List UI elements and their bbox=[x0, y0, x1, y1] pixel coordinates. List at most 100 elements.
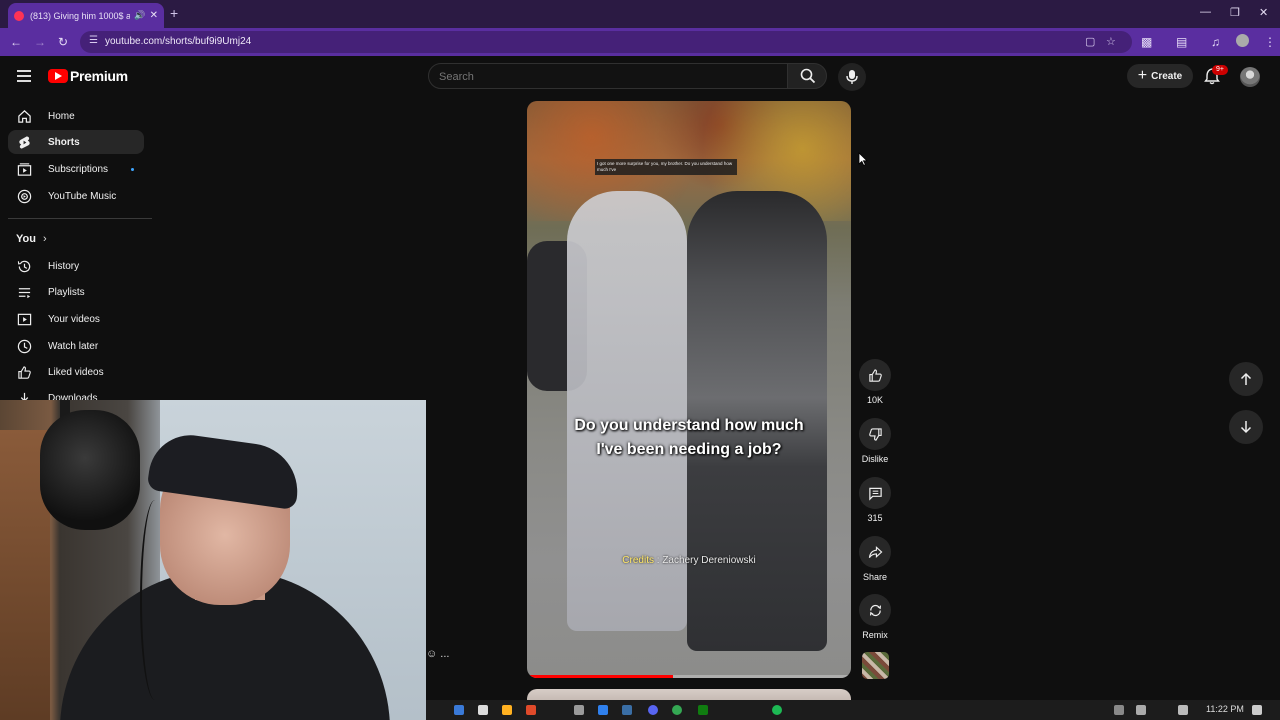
create-button[interactable]: + Create bbox=[1127, 64, 1193, 88]
video-caption-line-1: Do you understand how much bbox=[574, 417, 804, 434]
new-tab-button[interactable]: + bbox=[170, 5, 178, 21]
playlists-icon bbox=[18, 287, 31, 298]
account-avatar[interactable] bbox=[1240, 67, 1260, 87]
new-content-dot bbox=[131, 167, 134, 171]
like-count: 10K bbox=[866, 395, 883, 405]
audio-playing-icon[interactable]: 🔊 bbox=[134, 10, 145, 21]
tab-close-icon[interactable]: ✕ bbox=[150, 10, 158, 21]
sidebar-item-label: Home bbox=[48, 110, 75, 122]
address-bar[interactable]: ☰ youtube.com/shorts/buf9i9Umj24 ▢ ☆ bbox=[80, 31, 1132, 53]
microphone-image bbox=[40, 410, 140, 530]
next-short-button[interactable] bbox=[1229, 410, 1263, 444]
minimize-icon[interactable]: — bbox=[1200, 6, 1211, 18]
network-icon[interactable] bbox=[1114, 705, 1124, 715]
arrow-up-icon bbox=[1240, 372, 1252, 385]
taskbar-clock[interactable]: 11:22 PM bbox=[1206, 704, 1244, 714]
share-icon bbox=[868, 545, 882, 558]
plus-icon: + bbox=[1137, 67, 1148, 84]
chrome-icon[interactable] bbox=[672, 705, 682, 715]
subscriptions-icon bbox=[17, 162, 32, 176]
dislike-label: Dislike bbox=[861, 454, 889, 464]
sidebar-item-label: Subscriptions bbox=[48, 163, 109, 175]
your-videos-icon bbox=[17, 313, 32, 325]
search-button[interactable] bbox=[787, 63, 827, 89]
mouse-cursor-icon bbox=[858, 152, 868, 166]
video-caption: Do you understand how much I've been nee… bbox=[527, 414, 851, 462]
chevron-right-icon[interactable]: › bbox=[43, 233, 47, 245]
youtube-music-icon bbox=[17, 189, 32, 203]
sidebar-item-label: Shorts bbox=[48, 136, 80, 148]
spotify-icon[interactable] bbox=[772, 705, 782, 715]
settings-icon[interactable] bbox=[574, 705, 584, 715]
create-label: Create bbox=[1151, 70, 1183, 82]
sidebar-item-subscriptions[interactable]: Subscriptions bbox=[8, 157, 144, 181]
discord-icon[interactable] bbox=[648, 705, 658, 715]
remix-icon bbox=[869, 604, 881, 616]
youtube-logo-icon[interactable] bbox=[48, 69, 68, 83]
dislike-button[interactable]: Dislike bbox=[859, 418, 891, 464]
sidebar-item-playlists[interactable]: Playlists bbox=[8, 280, 144, 304]
shorts-video-player[interactable]: I got one more surprise for you, my brot… bbox=[527, 101, 851, 678]
xbox-icon[interactable] bbox=[698, 705, 708, 715]
video-progress-bar[interactable] bbox=[527, 675, 851, 678]
comments-button[interactable]: 315 bbox=[859, 477, 891, 523]
window-close-icon[interactable]: ✕ bbox=[1259, 6, 1268, 19]
volume-icon[interactable] bbox=[1178, 705, 1188, 715]
sidebar-item-youtube-music[interactable]: YouTube Music bbox=[8, 184, 144, 208]
notepad-icon[interactable] bbox=[478, 705, 488, 715]
sidebar-item-label: Watch later bbox=[48, 340, 99, 352]
browser-toolbar: ← → ↻ ☰ youtube.com/shorts/buf9i9Umj24 ▢… bbox=[0, 28, 1280, 56]
you-section-header[interactable]: You bbox=[16, 233, 36, 245]
remix-button[interactable]: Remix bbox=[859, 594, 891, 640]
todo-icon[interactable] bbox=[598, 705, 608, 715]
edge-icon[interactable] bbox=[454, 705, 464, 715]
brave-icon[interactable] bbox=[526, 705, 536, 715]
site-info-icon[interactable]: ☰ bbox=[89, 35, 98, 46]
search-icon bbox=[800, 68, 816, 84]
remix-label: Remix bbox=[862, 630, 888, 640]
notification-badge: 9+ bbox=[1212, 65, 1228, 75]
sidebar-item-shorts[interactable]: Shorts bbox=[8, 130, 144, 154]
sidebar-item-history[interactable]: History bbox=[8, 254, 144, 278]
premium-logo-text[interactable]: Premium bbox=[70, 68, 128, 84]
sidebar-divider bbox=[8, 218, 152, 219]
like-button[interactable]: 10K bbox=[859, 359, 891, 405]
chrome-menu-icon[interactable]: ⋮ bbox=[1264, 35, 1276, 49]
bookmark-star-icon[interactable]: ☆ bbox=[1106, 35, 1116, 48]
notification-center-icon[interactable] bbox=[1252, 705, 1262, 715]
steam-icon[interactable] bbox=[622, 705, 632, 715]
voice-search-button[interactable] bbox=[838, 63, 866, 91]
sidebar-item-watch-later[interactable]: Watch later bbox=[8, 334, 144, 358]
tab-title: (813) Giving him 1000$ an... bbox=[30, 10, 131, 21]
previous-short-button[interactable] bbox=[1229, 362, 1263, 396]
sidebar-item-your-videos[interactable]: Your videos bbox=[8, 307, 144, 331]
profile-avatar-icon[interactable] bbox=[1236, 34, 1249, 47]
back-icon[interactable]: ← bbox=[10, 35, 22, 49]
sidebar-item-liked-videos[interactable]: Liked videos bbox=[8, 360, 144, 384]
search-input[interactable] bbox=[439, 69, 769, 85]
browser-tab[interactable]: (813) Giving him 1000$ an... 🔊 ✕ bbox=[8, 3, 164, 28]
sidebar-item-home[interactable]: Home bbox=[8, 104, 144, 128]
tray-more: ... bbox=[440, 648, 450, 660]
mic-tray-icon[interactable] bbox=[1136, 705, 1146, 715]
guide-menu-icon[interactable] bbox=[17, 70, 31, 82]
sidebar-item-label: Your videos bbox=[48, 313, 100, 325]
thumbs-up-icon bbox=[18, 365, 31, 379]
media-controls-icon[interactable]: ♫ bbox=[1211, 35, 1220, 49]
install-app-icon[interactable]: ▢ bbox=[1085, 35, 1095, 48]
guide-sidebar: Home Shorts Subscriptions YouTube Music … bbox=[0, 98, 160, 404]
youtube-masthead: Premium + Create 9+ bbox=[0, 56, 1280, 98]
restore-icon[interactable]: ❐ bbox=[1230, 6, 1240, 19]
forward-icon[interactable]: → bbox=[34, 35, 46, 49]
reload-icon[interactable]: ↻ bbox=[58, 35, 68, 49]
share-label: Share bbox=[862, 572, 888, 582]
search-box[interactable] bbox=[428, 63, 788, 89]
sound-thumbnail[interactable] bbox=[862, 652, 889, 679]
webcam-overlay bbox=[0, 400, 426, 720]
explorer-icon[interactable] bbox=[502, 705, 512, 715]
watch-later-icon bbox=[17, 339, 32, 353]
share-button[interactable]: Share bbox=[859, 536, 891, 582]
extensions-icon[interactable]: ▩ bbox=[1141, 35, 1152, 49]
tab-search-icon[interactable]: ▤ bbox=[1176, 35, 1187, 49]
arrow-down-icon bbox=[1240, 421, 1252, 434]
